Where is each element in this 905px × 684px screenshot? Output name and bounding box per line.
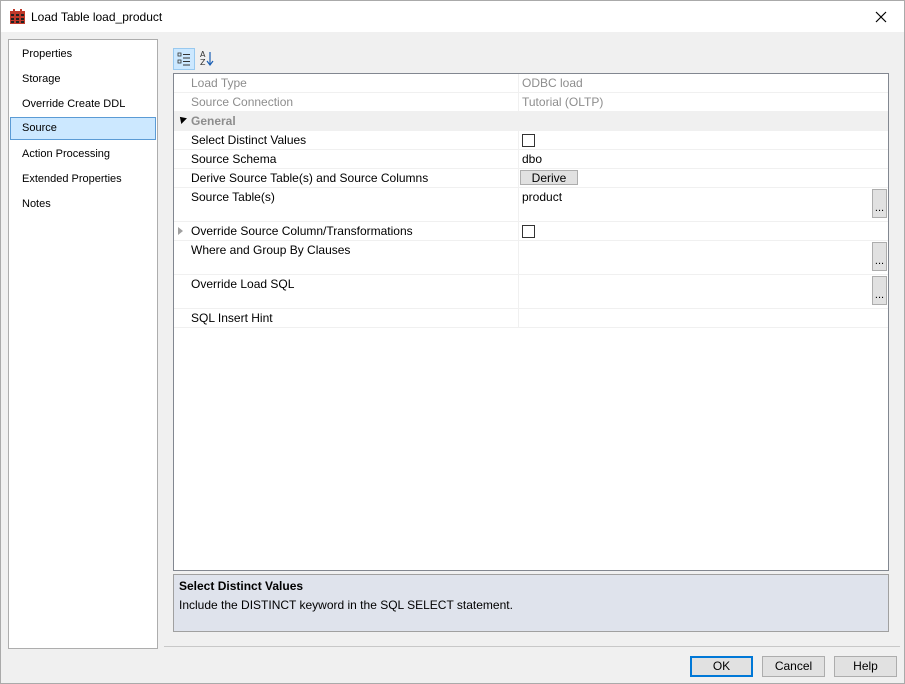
category-label: General (191, 114, 236, 128)
row-load-type[interactable]: Load Type ODBC load (174, 74, 888, 93)
collapse-icon[interactable] (177, 114, 187, 124)
property-value: product ... (518, 188, 888, 221)
property-value: ... (518, 275, 888, 308)
categorized-view-icon (177, 52, 190, 66)
override-sql-ellipsis-button[interactable]: ... (872, 276, 887, 305)
property-value (518, 222, 888, 240)
row-source-tables[interactable]: Source Table(s) product ... (174, 188, 888, 222)
property-name: Source Table(s) (191, 190, 275, 204)
property-name: Load Type (191, 76, 247, 90)
property-name: Source Schema (191, 152, 277, 166)
svg-text:Z: Z (200, 58, 206, 67)
window-title: Load Table load_product (31, 10, 163, 24)
nav-item-override-create-ddl[interactable]: Override Create DDL (10, 93, 156, 116)
property-value[interactable] (518, 309, 888, 327)
property-name: Override Source Column/Transformations (191, 224, 413, 238)
row-override-sql[interactable]: Override Load SQL ... (174, 275, 888, 309)
categorized-button[interactable] (173, 48, 195, 70)
row-source-connection[interactable]: Source Connection Tutorial (OLTP) (174, 93, 888, 112)
property-value (518, 131, 888, 149)
dialog-window: Load Table load_product Properties Stora… (0, 0, 905, 684)
alphabetical-button[interactable]: A Z (197, 48, 219, 70)
property-name: SQL Insert Hint (191, 311, 273, 325)
ok-button[interactable]: OK (690, 656, 753, 677)
description-text: Include the DISTINCT keyword in the SQL … (179, 598, 513, 612)
property-name: Derive Source Table(s) and Source Column… (191, 171, 429, 185)
close-button[interactable] (858, 1, 904, 32)
sort-alphabetical-icon: A Z (200, 50, 214, 67)
nav-item-source[interactable]: Source (10, 117, 156, 140)
property-name: Source Connection (191, 95, 294, 109)
property-value: Tutorial (OLTP) (518, 93, 888, 111)
source-tables-value[interactable]: product (522, 190, 562, 204)
row-sql-hint[interactable]: SQL Insert Hint (174, 309, 888, 328)
category-general[interactable]: General (174, 112, 888, 131)
row-derive[interactable]: Derive Source Table(s) and Source Column… (174, 169, 888, 188)
property-name: Override Load SQL (191, 277, 295, 291)
row-where-group[interactable]: Where and Group By Clauses ... (174, 241, 888, 275)
property-grid: Load Type ODBC load Source Connection Tu… (173, 73, 889, 571)
override-source-checkbox[interactable] (522, 225, 535, 238)
section-nav: Properties Storage Override Create DDL S… (8, 39, 158, 649)
nav-item-storage[interactable]: Storage (10, 68, 156, 91)
expand-icon[interactable] (178, 227, 183, 235)
nav-item-extended-properties[interactable]: Extended Properties (10, 168, 156, 191)
derive-button[interactable]: Derive (520, 170, 578, 185)
where-group-ellipsis-button[interactable]: ... (872, 242, 887, 271)
property-name: Where and Group By Clauses (191, 243, 351, 257)
row-select-distinct[interactable]: Select Distinct Values (174, 131, 888, 150)
property-value: Derive (518, 169, 888, 187)
button-separator (164, 646, 900, 647)
description-panel: Select Distinct Values Include the DISTI… (173, 574, 889, 632)
select-distinct-checkbox[interactable] (522, 134, 535, 147)
nav-item-notes[interactable]: Notes (10, 193, 156, 216)
nav-item-properties[interactable]: Properties (10, 43, 156, 66)
property-value: ... (518, 241, 888, 274)
property-value[interactable]: dbo (518, 150, 888, 168)
close-icon (875, 11, 887, 22)
property-name: Select Distinct Values (191, 133, 307, 147)
row-source-schema[interactable]: Source Schema dbo (174, 150, 888, 169)
help-button[interactable]: Help (834, 656, 897, 677)
row-override-source[interactable]: Override Source Column/Transformations (174, 222, 888, 241)
cancel-button[interactable]: Cancel (762, 656, 825, 677)
table-icon (10, 9, 25, 24)
title-bar: Load Table load_product (1, 1, 904, 32)
source-tables-ellipsis-button[interactable]: ... (872, 189, 887, 218)
property-value: ODBC load (518, 74, 888, 92)
nav-item-action-processing[interactable]: Action Processing (10, 143, 156, 166)
description-title: Select Distinct Values (179, 579, 304, 593)
